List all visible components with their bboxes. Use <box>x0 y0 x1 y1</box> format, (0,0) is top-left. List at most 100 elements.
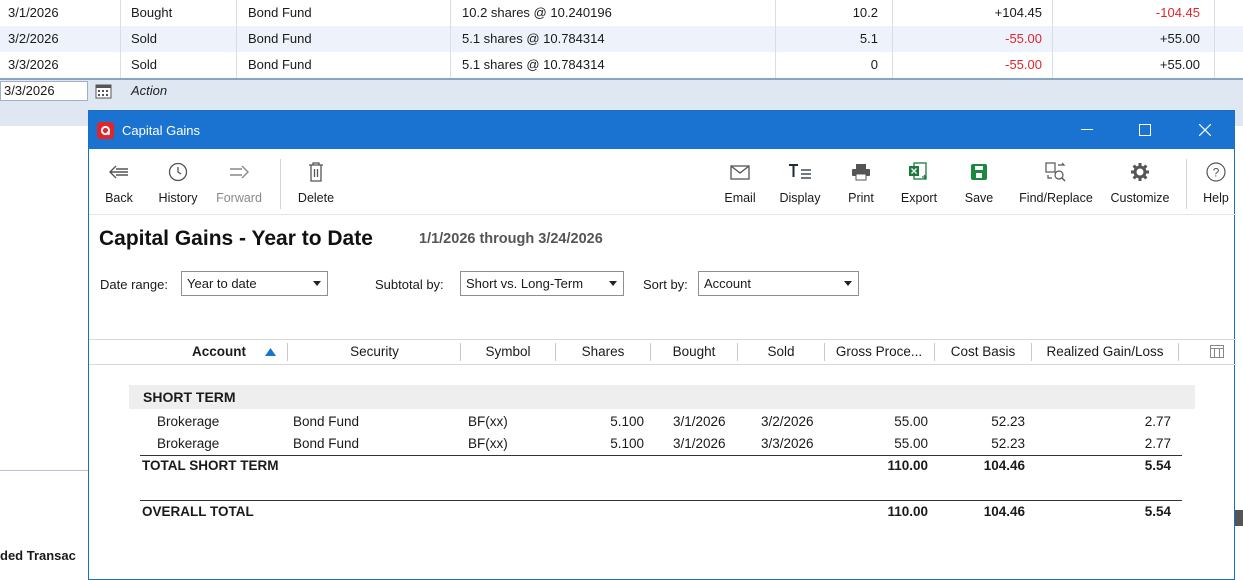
sort-select[interactable]: Account <box>698 271 859 296</box>
history-icon <box>168 162 188 182</box>
register-divider <box>892 0 893 78</box>
register-security: Bond Fund <box>248 31 312 46</box>
find-replace-icon <box>1045 162 1066 182</box>
scrollbar-fragment <box>1235 510 1243 526</box>
column-bought[interactable]: Bought <box>651 340 737 364</box>
column-cost-basis[interactable]: Cost Basis <box>935 340 1031 364</box>
chevron-down-icon <box>313 281 321 286</box>
register-bottom-label: ded Transac <box>0 548 76 563</box>
window-titlebar[interactable]: Capital Gains <box>89 111 1234 149</box>
overall-gain: 5.54 <box>1144 504 1171 519</box>
column-gross-proceeds[interactable]: Gross Proce... <box>825 340 933 364</box>
report-toolbar: Back History Forward Delete Email Displa… <box>89 149 1236 215</box>
register-entry-row[interactable]: 3/3/2026 Action <box>0 78 1243 102</box>
app-icon <box>97 121 114 139</box>
back-button[interactable]: Back <box>99 157 139 205</box>
date-range-value: Year to date <box>187 276 257 291</box>
register-divider <box>0 470 90 471</box>
toolbar-separator <box>280 159 281 209</box>
register-row[interactable]: 3/2/2026 Sold Bond Fund 5.1 shares @ 10.… <box>0 26 1243 52</box>
subtotal-row[interactable]: TOTAL SHORT TERM 110.00 104.46 5.54 <box>89 455 1236 477</box>
subtotal-value: Short vs. Long-Term <box>466 276 584 291</box>
report-date-span: 1/1/2026 through 3/24/2026 <box>419 231 603 247</box>
table-row[interactable]: Brokerage Bond Fund BF(xx) 5.100 3/1/202… <box>89 411 1236 433</box>
register-row[interactable]: 3/1/2026 Bought Bond Fund 10.2 shares @ … <box>0 0 1243 26</box>
subtotal-select[interactable]: Short vs. Long-Term <box>460 271 624 296</box>
table-row[interactable]: Brokerage Bond Fund BF(xx) 5.100 3/1/202… <box>89 433 1236 455</box>
printer-icon <box>852 164 870 181</box>
back-label: Back <box>105 191 133 205</box>
customize-button[interactable]: Customize <box>1105 157 1175 205</box>
column-realized-gain-loss[interactable]: Realized Gain/Loss <box>1032 340 1178 364</box>
subtotal-basis: 104.46 <box>983 458 1025 473</box>
calendar-icon[interactable] <box>95 83 112 99</box>
register-row[interactable]: 3/3/2026 Sold Bond Fund 5.1 shares @ 10.… <box>0 52 1243 78</box>
date-range-select[interactable]: Year to date <box>181 271 328 296</box>
register-divider <box>120 0 121 78</box>
delete-button[interactable]: Delete <box>293 157 339 205</box>
email-label: Email <box>724 191 756 205</box>
help-button[interactable]: ? Help <box>1196 157 1236 205</box>
customize-label: Customize <box>1110 191 1170 205</box>
register-security: Bond Fund <box>248 57 312 72</box>
maximize-button[interactable] <box>1119 111 1171 149</box>
cell-gain: 2.77 <box>1144 414 1171 429</box>
entry-date-field[interactable]: 3/3/2026 <box>0 81 88 101</box>
email-button[interactable]: Email <box>719 157 761 205</box>
register-divider <box>1052 0 1053 78</box>
save-button[interactable]: Save <box>959 157 999 205</box>
register-description: 10.2 shares @ 10.240196 <box>462 5 612 20</box>
find-replace-button[interactable]: Find/Replace <box>1014 157 1098 205</box>
column-separator[interactable] <box>287 343 288 361</box>
subtotal-gross: 110.00 <box>887 458 928 473</box>
column-shares[interactable]: Shares <box>556 340 650 364</box>
cell-sold: 3/2/2026 <box>761 414 814 429</box>
forward-button[interactable]: Forward <box>209 157 269 205</box>
column-separator[interactable] <box>1178 343 1179 361</box>
cell-account: Brokerage <box>157 436 220 451</box>
minimize-button[interactable] <box>1061 111 1113 149</box>
cell-sold: 3/3/2026 <box>761 436 814 451</box>
overall-total-row[interactable]: OVERALL TOTAL 110.00 104.46 5.54 <box>89 501 1236 523</box>
history-button[interactable]: History <box>153 157 203 205</box>
export-button[interactable]: Export <box>894 157 944 205</box>
display-button[interactable]: Display <box>772 157 828 205</box>
column-symbol[interactable]: Symbol <box>461 340 555 364</box>
subtotal-label: TOTAL SHORT TERM <box>142 458 279 473</box>
svg-text:?: ? <box>1213 166 1220 180</box>
column-chooser-icon[interactable] <box>1210 345 1224 358</box>
date-range-label: Date range: <box>100 277 168 292</box>
export-label: Export <box>900 191 938 205</box>
column-account-label: Account <box>192 344 246 359</box>
register-divider <box>236 0 237 78</box>
display-options-icon <box>789 164 811 179</box>
display-label: Display <box>779 191 821 205</box>
save-label: Save <box>964 191 994 205</box>
close-button[interactable] <box>1179 111 1231 149</box>
window-title: Capital Gains <box>122 122 201 138</box>
register-shares: 0 <box>870 57 878 72</box>
history-label: History <box>158 191 198 205</box>
excel-export-icon <box>909 162 927 180</box>
section-title: SHORT TERM <box>143 389 236 405</box>
cell-shares: 5.100 <box>610 414 644 429</box>
cell-bought: 3/1/2026 <box>673 436 726 451</box>
sort-ascending-icon <box>265 348 276 356</box>
register-date: 3/2/2026 <box>8 31 59 46</box>
report-column-header: Account Security Symbol Shares Bought So… <box>89 339 1236 365</box>
help-icon: ? <box>1206 162 1226 182</box>
minimize-icon <box>1081 129 1093 130</box>
forward-label: Forward <box>216 191 262 205</box>
cell-bought: 3/1/2026 <box>673 414 726 429</box>
column-sold[interactable]: Sold <box>738 340 824 364</box>
trash-icon <box>309 162 323 182</box>
register-cash: -104.45 <box>1155 5 1200 20</box>
cell-gross-proceeds: 55.00 <box>894 436 928 451</box>
cell-security: Bond Fund <box>293 414 360 429</box>
entry-action-field[interactable]: Action <box>131 80 167 102</box>
find-replace-label: Find/Replace <box>1019 191 1093 205</box>
register-shares: 10.2 <box>852 5 878 20</box>
print-button[interactable]: Print <box>840 157 882 205</box>
register-action: Sold <box>131 31 158 46</box>
column-security[interactable]: Security <box>289 340 460 364</box>
